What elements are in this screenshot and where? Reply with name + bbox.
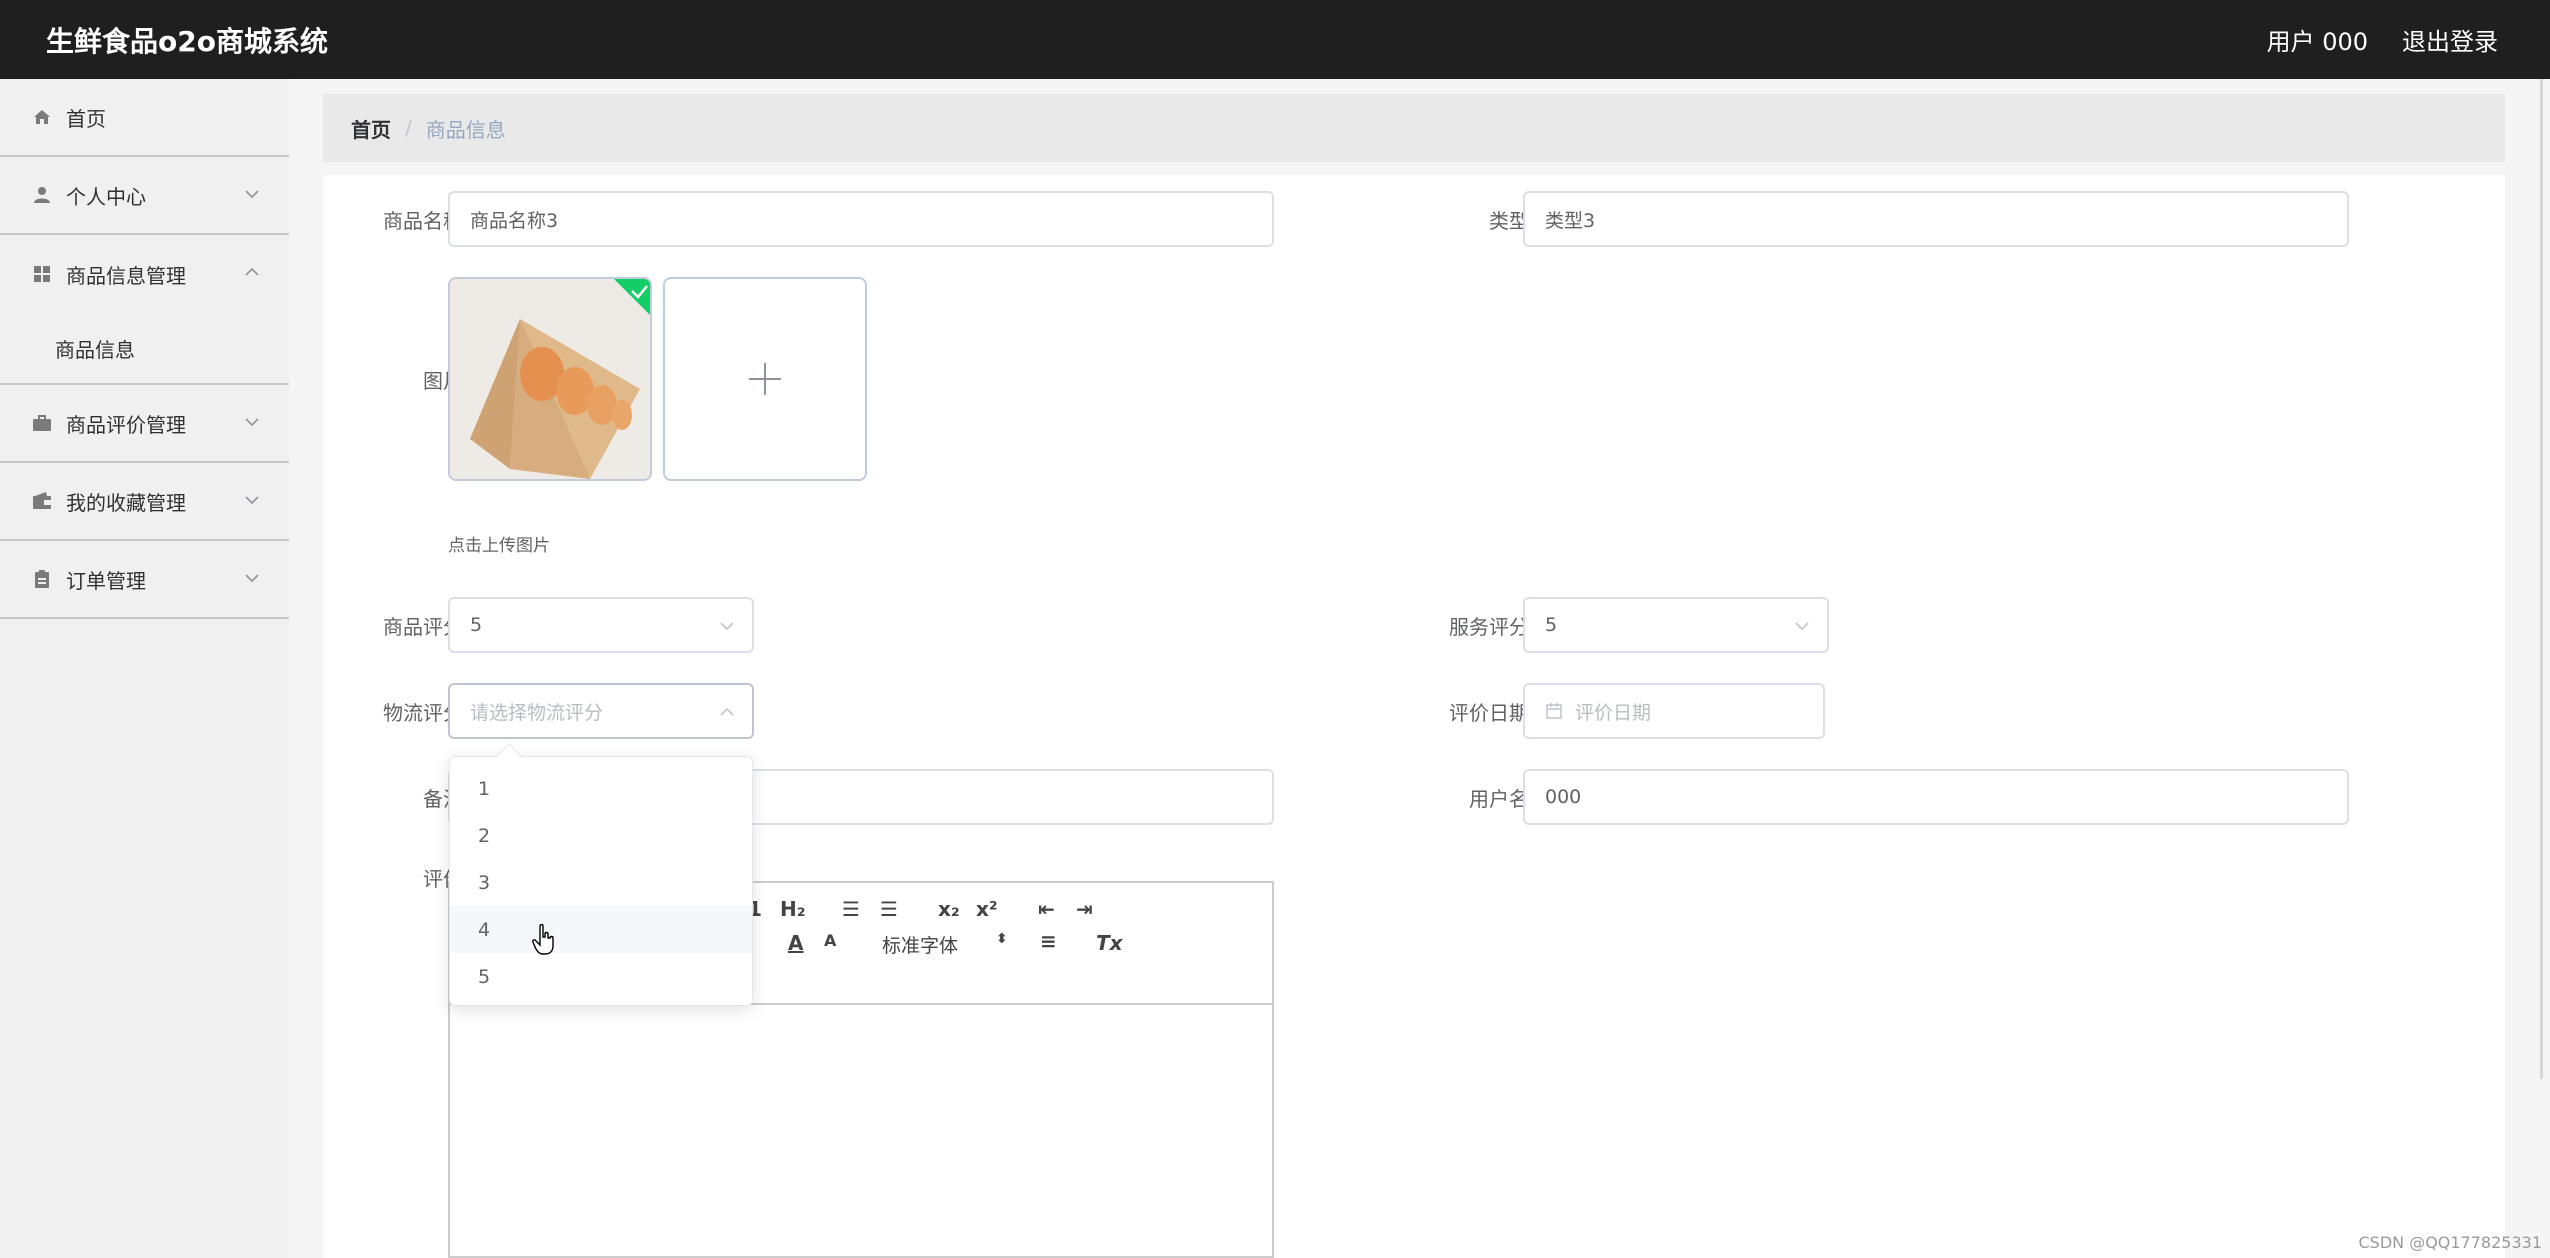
font-select-arrows-icon: ⬍ bbox=[996, 931, 1008, 947]
sidebar-item-label: 我的收藏管理 bbox=[66, 490, 186, 515]
username-value: 000 bbox=[1545, 786, 1582, 808]
date-placeholder: 评价日期 bbox=[1575, 701, 1652, 724]
chevron-down-icon bbox=[720, 622, 734, 631]
h2-button[interactable]: H₂ bbox=[780, 897, 806, 921]
type-input-value: 类型3 bbox=[1545, 209, 1596, 232]
sidebar-item-label: 商品信息 bbox=[55, 337, 135, 362]
chevron-down-icon bbox=[245, 418, 259, 427]
type-label: 类型 bbox=[1489, 209, 1529, 233]
upload-tip: 点击上传图片 bbox=[448, 536, 550, 556]
upload-add-button[interactable] bbox=[663, 277, 867, 481]
superscript-button[interactable]: x² bbox=[976, 897, 998, 921]
goods-score-label: 商品评分 bbox=[383, 615, 463, 639]
chevron-up-icon bbox=[720, 707, 734, 716]
logistics-label: 物流评分 bbox=[383, 701, 463, 725]
goods-score-value: 5 bbox=[470, 614, 483, 636]
sidebar-item-personal[interactable]: 个人中心 bbox=[0, 157, 289, 235]
text-color-button[interactable]: A bbox=[788, 931, 803, 955]
sidebar-item-fav-mgmt[interactable]: 我的收藏管理 bbox=[0, 463, 289, 541]
font-select[interactable]: 标准字体 bbox=[882, 931, 958, 958]
home-icon bbox=[32, 107, 52, 127]
clipboard-icon bbox=[32, 569, 52, 589]
align-button[interactable]: ≡ bbox=[1040, 929, 1057, 953]
clear-format-button[interactable]: Tx bbox=[1096, 931, 1123, 955]
sidebar: 首页 个人中心 商品信息管理 商品信息 商品评价管理 我的收藏管理 订单管理 bbox=[0, 79, 289, 1258]
calendar-icon bbox=[1546, 703, 1562, 719]
dropdown-option-hovered[interactable]: 4 bbox=[450, 906, 752, 953]
bullet-list-button[interactable]: ☰ bbox=[880, 897, 898, 921]
main-area: 首页 / 商品信息 商品名称 商品名称3 类型 类型3 图片 点击上传图片 商品… bbox=[289, 79, 2550, 1258]
egg-tray-image bbox=[450, 279, 650, 479]
plus-icon bbox=[749, 363, 781, 395]
image-label: 图片 bbox=[423, 369, 463, 393]
subscript-button[interactable]: x₂ bbox=[938, 897, 960, 921]
date-picker[interactable]: 评价日期 bbox=[1523, 683, 1825, 739]
breadcrumb: 首页 / 商品信息 bbox=[323, 94, 2505, 162]
remark-label: 备注 bbox=[423, 787, 463, 811]
indent-button[interactable]: ⇥ bbox=[1076, 897, 1093, 921]
dropdown-option[interactable]: 1 bbox=[450, 765, 752, 812]
briefcase-icon bbox=[32, 413, 52, 433]
breadcrumb-current: 商品信息 bbox=[425, 117, 506, 142]
sidebar-item-label: 商品信息管理 bbox=[66, 263, 186, 288]
background-color-button[interactable]: A bbox=[824, 931, 836, 950]
scrollbar[interactable] bbox=[2540, 79, 2543, 1079]
wallet-icon bbox=[32, 491, 52, 511]
sidebar-item-review-mgmt[interactable]: 商品评价管理 bbox=[0, 385, 289, 463]
app-title: 生鲜食品o2o商城系统 bbox=[46, 24, 328, 58]
chevron-down-icon bbox=[245, 190, 259, 199]
logout-button[interactable]: 退出登录 bbox=[2402, 22, 2498, 57]
name-label: 商品名称 bbox=[383, 209, 463, 233]
sidebar-item-goods-mgmt[interactable]: 商品信息管理 bbox=[0, 235, 289, 313]
sidebar-item-home[interactable]: 首页 bbox=[0, 79, 289, 157]
user-icon bbox=[32, 185, 52, 205]
outdent-button[interactable]: ⇤ bbox=[1038, 897, 1055, 921]
username-label: 用户名 bbox=[1469, 787, 1529, 811]
review-label: 评价 bbox=[423, 867, 463, 891]
header-user-area: 用户 000 退出登录 bbox=[2267, 22, 2498, 57]
dropdown-option[interactable]: 3 bbox=[450, 859, 752, 906]
chevron-down-icon bbox=[1795, 622, 1809, 631]
service-score-value: 5 bbox=[1545, 614, 1558, 636]
goods-score-select[interactable]: 5 bbox=[448, 597, 754, 653]
type-input[interactable]: 类型3 bbox=[1523, 191, 2349, 247]
grid-icon bbox=[32, 264, 52, 284]
service-score-select[interactable]: 5 bbox=[1523, 597, 1829, 653]
breadcrumb-separator: / bbox=[405, 116, 412, 140]
sidebar-item-label: 订单管理 bbox=[66, 568, 146, 593]
date-label: 评价日期 bbox=[1449, 701, 1529, 725]
logistics-select[interactable]: 请选择物流评分 bbox=[448, 683, 754, 739]
form-panel: 商品名称 商品名称3 类型 类型3 图片 点击上传图片 商品评分 5 服务评分 … bbox=[323, 175, 2505, 1258]
dropdown-option[interactable]: 2 bbox=[450, 812, 752, 859]
chevron-up-icon bbox=[245, 267, 259, 276]
hand-cursor-icon bbox=[532, 924, 554, 955]
sidebar-item-goods-info[interactable]: 商品信息 bbox=[0, 313, 289, 383]
sidebar-group-goods: 商品信息管理 商品信息 bbox=[0, 235, 289, 385]
breadcrumb-home[interactable]: 首页 bbox=[351, 114, 391, 143]
logistics-placeholder: 请选择物流评分 bbox=[470, 701, 604, 724]
watermark: CSDN @QQ177825331 bbox=[2358, 1233, 2542, 1252]
chevron-down-icon bbox=[245, 496, 259, 505]
username-input[interactable]: 000 bbox=[1523, 769, 2349, 825]
user-name: 用户 000 bbox=[2266, 28, 2368, 56]
sidebar-item-label: 个人中心 bbox=[66, 184, 146, 209]
name-input[interactable]: 商品名称3 bbox=[448, 191, 1274, 247]
logistics-dropdown: 1 2 3 4 5 bbox=[449, 743, 753, 1006]
sidebar-item-label: 首页 bbox=[66, 106, 106, 131]
top-header: 生鲜食品o2o商城系统 用户 000 退出登录 bbox=[0, 0, 2550, 79]
service-score-label: 服务评分 bbox=[1449, 615, 1529, 639]
name-input-value: 商品名称3 bbox=[470, 209, 559, 232]
uploaded-image-thumbnail[interactable] bbox=[448, 277, 652, 481]
sidebar-item-order-mgmt[interactable]: 订单管理 bbox=[0, 541, 289, 619]
chevron-down-icon bbox=[245, 574, 259, 583]
ordered-list-button[interactable]: ☰ bbox=[842, 897, 860, 921]
sidebar-item-label: 商品评价管理 bbox=[66, 412, 186, 437]
dropdown-option[interactable]: 5 bbox=[450, 953, 752, 1000]
